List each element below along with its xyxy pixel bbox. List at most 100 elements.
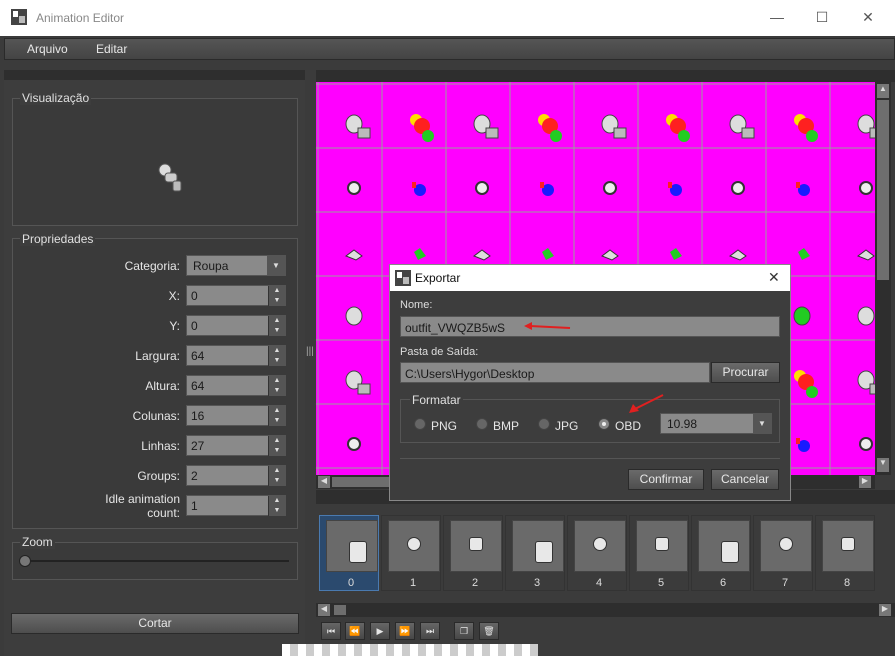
cancel-button[interactable]: Cancelar: [711, 469, 779, 490]
frame-number: 7: [781, 577, 789, 589]
spin-down-icon[interactable]: ▼: [268, 386, 285, 396]
spin-down-icon[interactable]: ▼: [268, 356, 285, 366]
maximize-button[interactable]: ☐: [799, 0, 845, 34]
preview-sprite: [158, 163, 182, 192]
frames-strip: 0 1 2 3 4 5 6 7 8: [316, 513, 895, 603]
frame-number: 5: [657, 577, 665, 589]
folder-input[interactable]: C:\Users\Hygor\Desktop: [400, 362, 710, 383]
linhas-spinbox[interactable]: 27 ▲ ▼: [186, 435, 286, 456]
cut-button[interactable]: Cortar: [11, 613, 299, 634]
splitter-handle[interactable]: |||: [306, 346, 314, 366]
frame-item[interactable]: 6: [691, 515, 751, 591]
minimize-button[interactable]: —: [754, 0, 800, 34]
altura-value: 64: [191, 379, 205, 393]
frame-item[interactable]: 8: [815, 515, 875, 591]
frames-scrollbar[interactable]: ◀ ▶: [316, 603, 895, 617]
scroll-left-icon[interactable]: ◀: [318, 476, 330, 488]
export-dialog: Exportar ✕ Nome: outfit_VWQZB5wS Pasta d…: [389, 264, 791, 501]
spin-down-icon[interactable]: ▼: [268, 326, 285, 336]
radio-png[interactable]: [414, 418, 426, 430]
spin-up-icon[interactable]: ▲: [268, 436, 285, 446]
preview-group: [12, 98, 298, 226]
menu-editar[interactable]: Editar: [96, 42, 127, 56]
zoom-slider-handle[interactable]: [19, 555, 31, 567]
largura-label: Largura:: [135, 349, 180, 363]
spin-down-icon[interactable]: ▼: [268, 476, 285, 486]
name-label: Nome:: [400, 299, 433, 311]
frame-thumbnail: [326, 520, 378, 572]
version-combo[interactable]: 10.98 ▼: [660, 413, 772, 434]
last-frame-icon[interactable]: ⏭: [420, 622, 440, 640]
radio-jpg[interactable]: [538, 418, 550, 430]
x-spinbox[interactable]: 0 ▲ ▼: [186, 285, 286, 306]
frame-number: 3: [533, 577, 541, 589]
frame-sprite: [841, 537, 855, 551]
scroll-right-icon[interactable]: ▶: [879, 604, 891, 616]
dialog-title: Exportar: [415, 271, 461, 285]
colunas-spinbox[interactable]: 16 ▲ ▼: [186, 405, 286, 426]
spin-down-icon[interactable]: ▼: [268, 416, 285, 426]
radio-obd[interactable]: [598, 418, 610, 430]
y-spinbox[interactable]: 0 ▲ ▼: [186, 315, 286, 336]
altura-label: Altura:: [145, 379, 180, 393]
groups-spinbox[interactable]: 2 ▲ ▼: [186, 465, 286, 486]
spin-up-icon[interactable]: ▲: [268, 496, 285, 506]
dialog-close-icon[interactable]: ✕: [768, 269, 780, 286]
sprite-cell: [540, 182, 554, 196]
confirm-button[interactable]: Confirmar: [628, 469, 704, 490]
frames-scroll-thumb[interactable]: [334, 605, 346, 615]
frame-item[interactable]: 1: [381, 515, 441, 591]
fast-forward-icon[interactable]: ⏩: [395, 622, 415, 640]
close-button[interactable]: ✕: [845, 0, 891, 34]
largura-spinbox[interactable]: 64 ▲ ▼: [186, 345, 286, 366]
spin-up-icon[interactable]: ▲: [268, 406, 285, 416]
frame-item[interactable]: 3: [505, 515, 565, 591]
sprite-cell: [796, 182, 810, 196]
frame-item[interactable]: 5: [629, 515, 689, 591]
spin-up-icon[interactable]: ▲: [268, 346, 285, 356]
spin-up-icon[interactable]: ▲: [268, 316, 285, 326]
sprite-cell: [729, 114, 755, 139]
spin-up-icon[interactable]: ▲: [268, 286, 285, 296]
name-input[interactable]: outfit_VWQZB5wS: [400, 316, 780, 337]
scroll-right-icon[interactable]: ▶: [859, 476, 871, 488]
panel-header: [4, 70, 305, 80]
scroll-left-icon[interactable]: ◀: [318, 604, 330, 616]
sprite-cell: [601, 114, 627, 139]
sprite-cell: [794, 114, 818, 142]
trash-icon[interactable]: 🗑: [479, 622, 499, 640]
vertical-scrollbar[interactable]: ▲ ▼: [875, 82, 891, 475]
scroll-up-icon[interactable]: ▲: [877, 84, 889, 98]
app-icon: [11, 9, 27, 25]
frame-number: 0: [347, 577, 355, 589]
spin-up-icon[interactable]: ▲: [268, 376, 285, 386]
idle-count-spinbox[interactable]: 1 ▲ ▼: [186, 495, 286, 516]
hscroll-thumb[interactable]: [332, 477, 392, 487]
play-icon[interactable]: ▶: [370, 622, 390, 640]
browse-button[interactable]: Procurar: [711, 362, 780, 383]
radio-bmp[interactable]: [476, 418, 488, 430]
annotation-arrow: [524, 322, 571, 330]
frame-item[interactable]: 7: [753, 515, 813, 591]
scroll-down-icon[interactable]: ▼: [877, 458, 889, 472]
spin-down-icon[interactable]: ▼: [268, 446, 285, 456]
frame-item[interactable]: 4: [567, 515, 627, 591]
copy-icon[interactable]: ❐: [454, 622, 474, 640]
first-frame-icon[interactable]: ⏮: [321, 622, 341, 640]
frame-item[interactable]: 0: [319, 515, 379, 591]
sprite-cell: [857, 306, 875, 326]
frame-item[interactable]: 2: [443, 515, 503, 591]
frame-thumbnail: [512, 520, 564, 572]
altura-spinbox[interactable]: 64 ▲ ▼: [186, 375, 286, 396]
spin-down-icon[interactable]: ▼: [268, 506, 285, 516]
format-label: Formatar: [410, 393, 463, 407]
spin-down-icon[interactable]: ▼: [268, 296, 285, 306]
menu-arquivo[interactable]: Arquivo: [27, 42, 68, 56]
scroll-thumb[interactable]: [877, 100, 889, 280]
rewind-icon[interactable]: ⏪: [345, 622, 365, 640]
categoria-combo[interactable]: Roupa ▼: [186, 255, 286, 276]
spin-up-icon[interactable]: ▲: [268, 466, 285, 476]
frame-thumbnail: [388, 520, 440, 572]
sprite-cell: [794, 370, 818, 398]
sprite-cell: [475, 181, 489, 195]
